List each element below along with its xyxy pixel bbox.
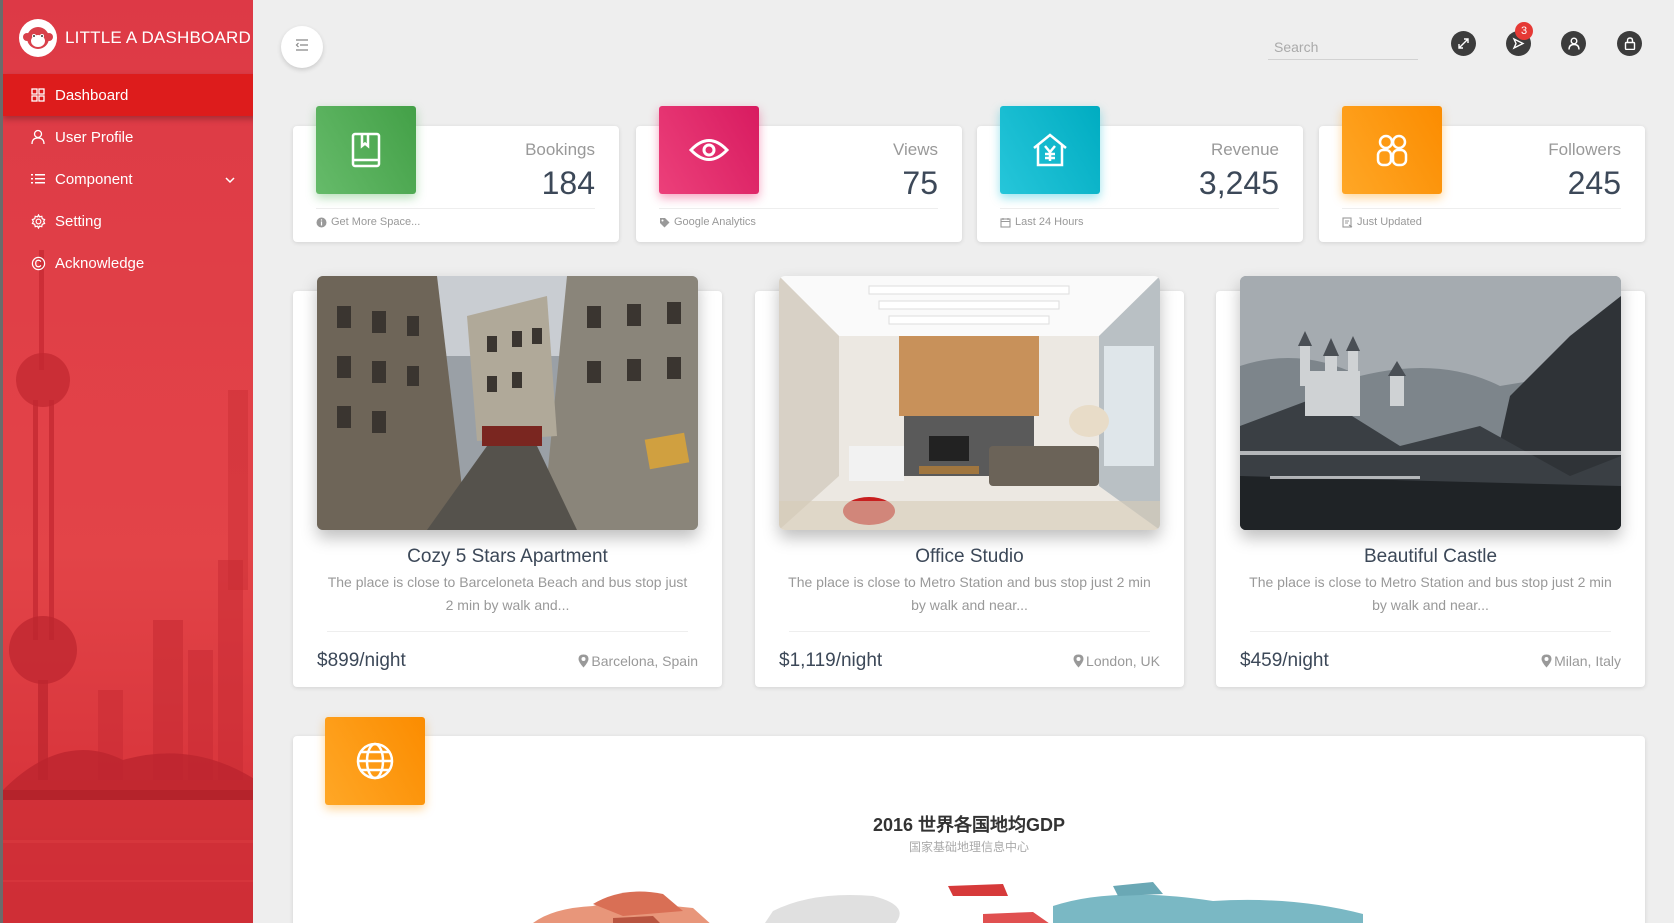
stat-card-views: Views 75 Google Analytics (636, 106, 962, 242)
sidebar-item-label: Acknowledge (55, 254, 145, 272)
stat-card-bookings: Bookings 184 Get More Space... (293, 106, 619, 242)
map-pin-icon (1541, 654, 1552, 668)
stat-label: Revenue (1210, 140, 1279, 159)
stat-footer-text: Last 24 Hours (1015, 216, 1084, 228)
stat-label: Bookings (525, 140, 595, 159)
property-card-castle[interactable]: Beautiful Castle The place is close to M… (1216, 276, 1645, 687)
calendar-icon (1000, 217, 1011, 228)
map-region-greenland[interactable] (763, 895, 900, 923)
property-location: London, UK (1073, 653, 1160, 669)
stat-divider (1000, 208, 1279, 209)
property-divider (789, 631, 1150, 632)
gdp-map-card: 2016 世界各国地均GDP 国家基础地理信息中心 (293, 736, 1645, 923)
dashboard-grid-icon (29, 86, 47, 104)
stat-value: 75 (902, 165, 938, 201)
stat-label: Followers (1548, 140, 1621, 159)
stat-footer-text: Get More Space... (331, 216, 421, 228)
map-pin-icon (578, 654, 589, 668)
property-image-street[interactable] (317, 276, 698, 530)
property-divider (327, 631, 688, 632)
sidebar-item-component[interactable]: Component (3, 158, 253, 200)
search-input[interactable] (1268, 34, 1418, 60)
property-image-castle[interactable] (1240, 276, 1621, 530)
sidebar-nav: Dashboard User Profile Component Setting (3, 74, 253, 284)
stat-divider (1342, 208, 1621, 209)
map-pin-icon (1073, 654, 1084, 668)
user-icon (29, 128, 47, 146)
info-icon (316, 217, 327, 228)
chevron-down-icon (224, 171, 236, 188)
sidebar-item-label: User Profile (55, 128, 134, 146)
property-location: Barcelona, Spain (578, 653, 698, 669)
map-region-europe-north[interactable] (948, 884, 1008, 896)
eye-icon (659, 106, 759, 194)
stat-card-followers: Followers 245 Just Updated (1319, 106, 1645, 242)
sidebar-toggle-button[interactable] (281, 26, 323, 68)
map-region-asia[interactable] (1053, 894, 1363, 923)
property-location-text: Milan, Italy (1554, 653, 1621, 669)
property-title: Office Studio (915, 546, 1024, 567)
stat-divider (659, 208, 938, 209)
yen-house-icon (1000, 106, 1100, 194)
sidebar-item-label: Dashboard (55, 86, 129, 104)
brand-title: LITTLE A DASHBOARD (65, 27, 251, 47)
stat-value: 184 (541, 165, 595, 201)
stat-footer[interactable]: Google Analytics (659, 216, 756, 228)
list-icon (29, 170, 47, 188)
property-divider (1250, 631, 1611, 632)
property-description: The place is close to Metro Station and … (1249, 574, 1612, 613)
stat-divider (316, 208, 595, 209)
stat-footer[interactable]: Get More Space... (316, 216, 420, 228)
sidebar: LITTLE A DASHBOARD Dashboard User Profil… (0, 0, 253, 923)
stat-footer-text: Google Analytics (674, 216, 756, 228)
brand[interactable]: LITTLE A DASHBOARD (3, 0, 253, 75)
fullscreen-icon[interactable] (1451, 31, 1476, 56)
stat-footer-text: Just Updated (1357, 216, 1422, 228)
stat-value: 3,245 (1198, 165, 1279, 201)
group-icon (1342, 106, 1442, 194)
stat-value: 245 (1567, 165, 1621, 201)
map-region-siberia[interactable] (1113, 882, 1163, 896)
stat-card-revenue: Revenue 3,245 Last 24 Hours (977, 106, 1303, 242)
stat-footer[interactable]: Last 24 Hours (1000, 216, 1083, 228)
tag-icon (659, 217, 670, 228)
book-icon (316, 106, 416, 194)
sidebar-item-user-profile[interactable]: User Profile (3, 116, 253, 158)
stat-footer[interactable]: Just Updated (1342, 216, 1422, 228)
property-card-office[interactable]: Office Studio The place is close to Metr… (755, 276, 1184, 687)
monkey-logo-icon (19, 18, 57, 57)
property-title: Cozy 5 Stars Apartment (407, 546, 608, 567)
property-card-apartment[interactable]: Cozy 5 Stars Apartment The place is clos… (293, 276, 722, 687)
world-map[interactable] (293, 736, 1645, 923)
property-price: $459/night (1240, 650, 1329, 671)
sidebar-item-setting[interactable]: Setting (3, 200, 253, 242)
notification-badge: 3 (1515, 22, 1533, 40)
property-location: Milan, Italy (1541, 653, 1621, 669)
property-location-text: London, UK (1086, 653, 1160, 669)
property-title: Beautiful Castle (1363, 546, 1498, 567)
sidebar-item-dashboard[interactable]: Dashboard (3, 74, 253, 116)
property-description: The place is close to Metro Station and … (788, 574, 1151, 613)
globe-icon (325, 717, 425, 805)
lock-icon[interactable] (1617, 31, 1642, 56)
menu-collapse-icon (295, 38, 309, 56)
stat-label: Views (892, 140, 938, 159)
sidebar-item-acknowledge[interactable]: Acknowledge (3, 242, 253, 284)
sidebar-item-label: Component (55, 170, 133, 188)
property-price: $899/night (317, 650, 406, 671)
user-icon[interactable] (1561, 31, 1586, 56)
copyright-icon (29, 254, 47, 272)
sidebar-item-label: Setting (55, 212, 102, 230)
property-price: $1,119/night (779, 650, 883, 671)
gear-icon (29, 212, 47, 230)
property-description: The place is close to Barceloneta Beach … (327, 574, 688, 613)
property-location-text: Barcelona, Spain (591, 653, 698, 669)
property-image-office[interactable] (779, 276, 1160, 530)
update-icon (1342, 216, 1353, 228)
map-region-europe[interactable] (983, 912, 1053, 923)
